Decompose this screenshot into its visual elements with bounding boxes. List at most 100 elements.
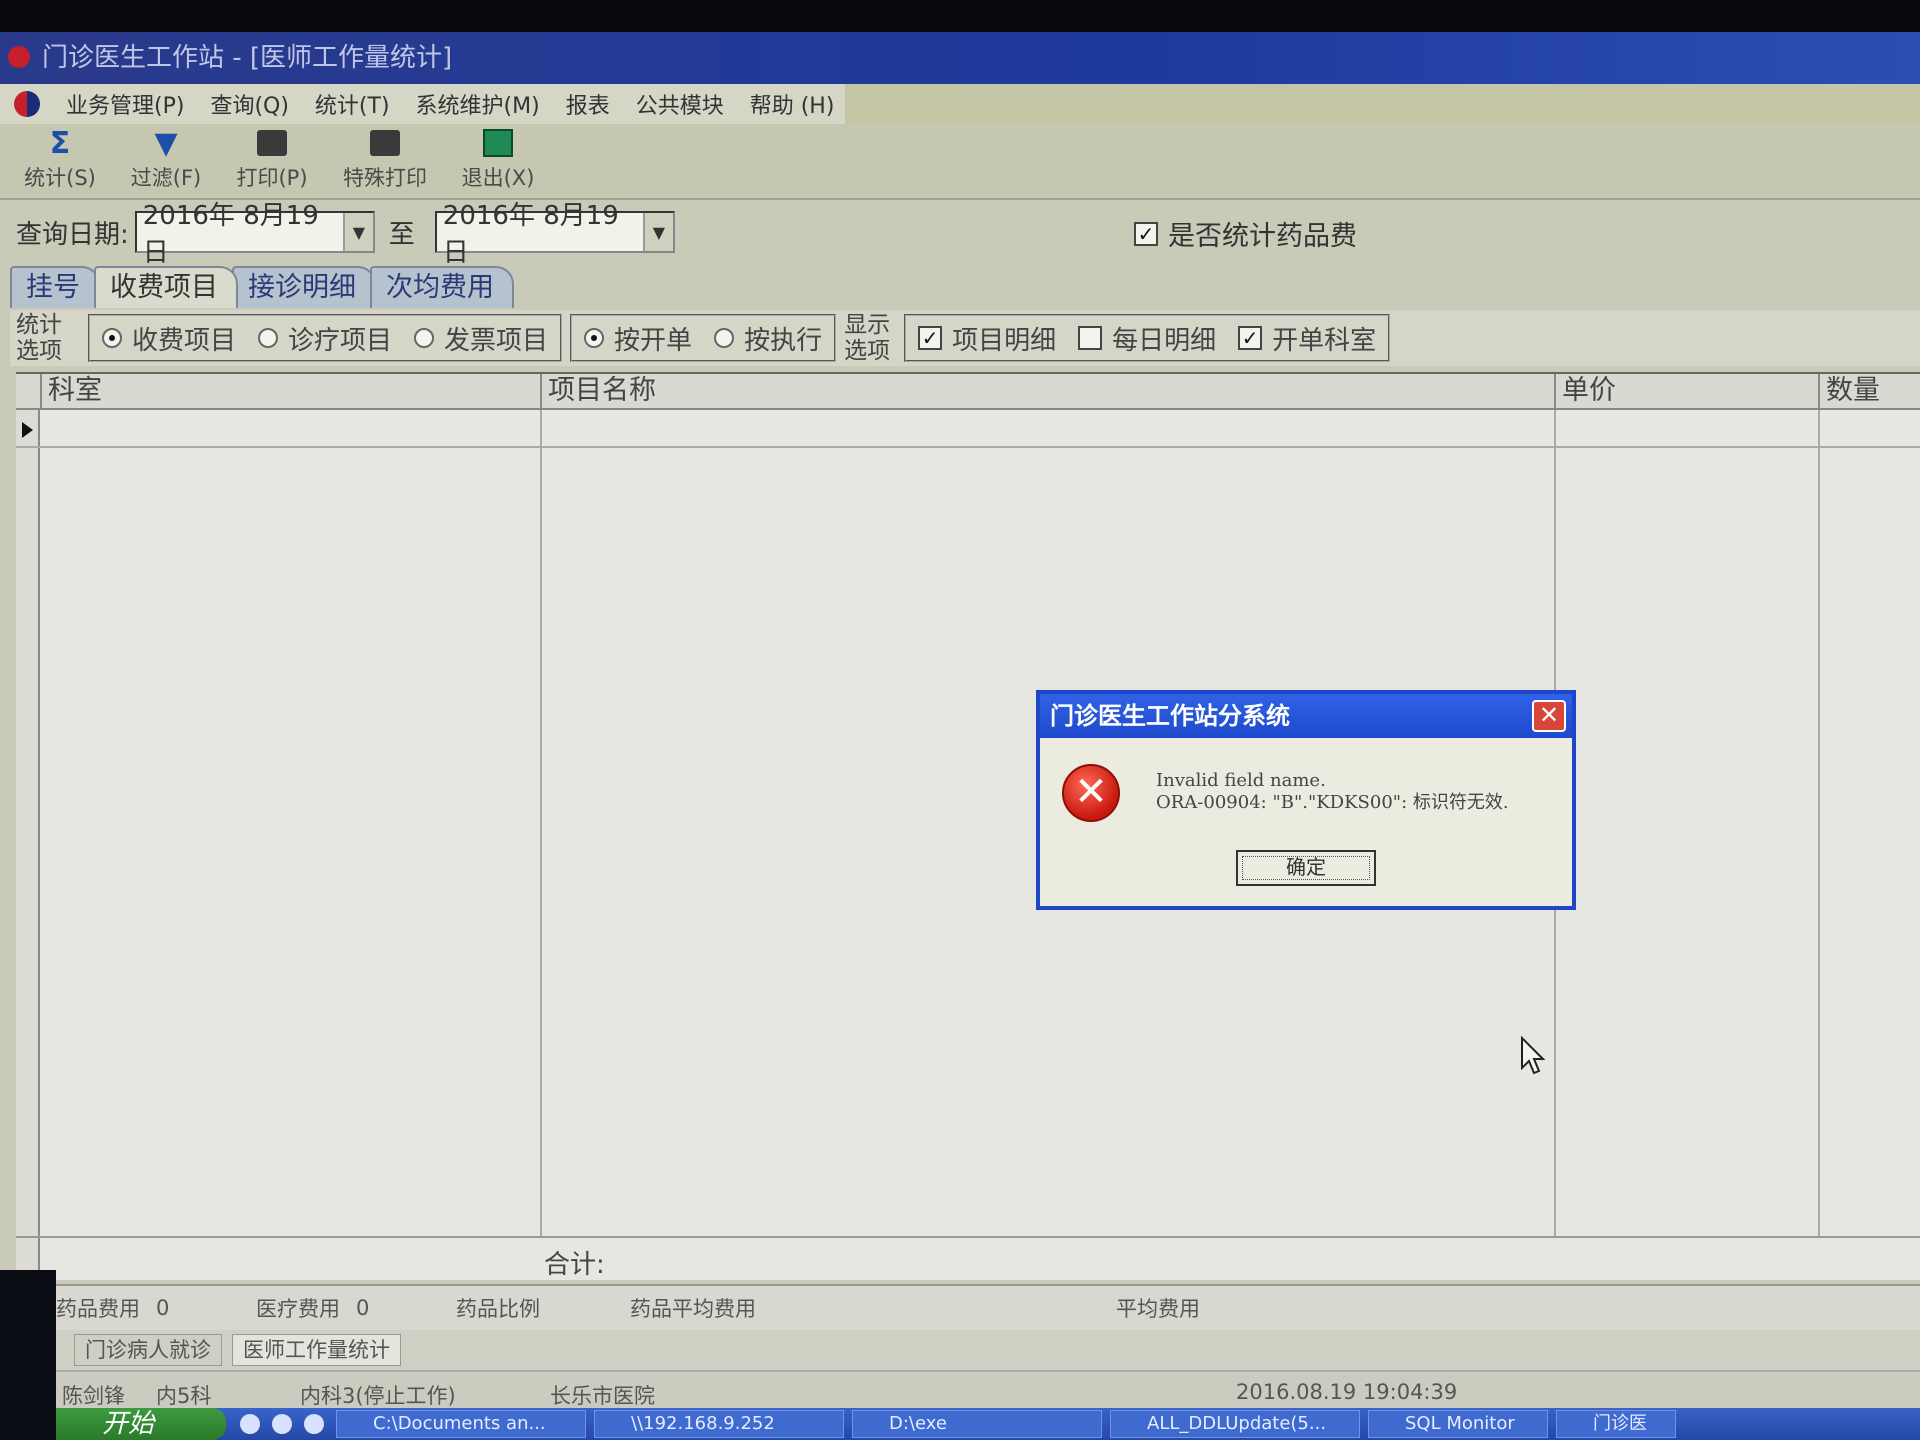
col-department[interactable]: 科室 [40, 374, 540, 410]
menu-system[interactable]: 系统维护(M) [416, 88, 540, 120]
menu-business[interactable]: 业务管理(P) [66, 88, 184, 120]
ok-button[interactable]: 确定 [1236, 850, 1376, 886]
tab-registration[interactable]: 挂号 [10, 266, 100, 308]
task-clinic-station[interactable]: 门诊医 [1556, 1410, 1676, 1438]
tab-average-cost[interactable]: 次均费用 [370, 266, 514, 308]
chevron-down-icon[interactable]: ▼ [643, 213, 673, 251]
print-button[interactable]: 打印(P) [226, 124, 318, 200]
radio-by-exec[interactable]: 按执行 [714, 320, 822, 357]
filter-label: 过滤(F) [130, 166, 202, 190]
app-icon [8, 46, 30, 68]
current-row-arrow-icon [22, 422, 33, 438]
media-icon[interactable] [272, 1414, 292, 1434]
menu-statistics[interactable]: 统计(T) [315, 88, 390, 120]
menu-bar: 业务管理(P) 查询(Q) 统计(T) 系统维护(M) 报表 公共模块 帮助 (… [0, 84, 845, 124]
task-documents[interactable]: C:\Documents an... [336, 1410, 586, 1438]
radio-treatment-items[interactable]: 诊疗项目 [258, 320, 392, 357]
dialog-message: Invalid field name. ORA-00904: "B"."KDKS… [1156, 770, 1509, 814]
toolbar: Σ 统计(S) ▼ 过滤(F) 打印(P) 特殊打印 退出(X) [0, 124, 1920, 200]
message-line-2: ORA-00904: "B"."KDKS00": 标识符无效. [1156, 792, 1509, 813]
from-date-value: 2016年 8月19日 [142, 201, 319, 268]
window-title: 门诊医生工作站 - [医师工作量统计] [42, 43, 453, 73]
sum-drug-fee: 药品费用 0 [56, 1296, 170, 1321]
chk-item-detail[interactable]: ✓ 项目明细 [918, 320, 1056, 357]
tab-visit-detail[interactable]: 接诊明细 [232, 266, 376, 308]
menu-query[interactable]: 查询(Q) [210, 88, 288, 120]
close-icon[interactable]: ✕ [1532, 700, 1566, 732]
display-options-group: ✓ 项目明细 每日明细 ✓ 开单科室 [904, 314, 1391, 362]
sum-drug-ratio: 药品比例 [456, 1297, 540, 1321]
col-item-name[interactable]: 项目名称 [540, 374, 1554, 410]
sigma-icon: Σ [49, 125, 71, 161]
options-row: 统计 选项 收费项目 诊疗项目 发票项目 按开单 按执行 显示 选项 ✓ 项目明细 每… [10, 310, 1920, 366]
checkbox-checked-icon[interactable]: ✓ [1134, 221, 1158, 246]
special-print-label: 特殊打印 [343, 166, 427, 190]
order-exec-group: 按开单 按执行 [570, 314, 837, 362]
drug-fee-checkbox[interactable]: ✓ 是否统计药品费 [1134, 214, 1357, 253]
task-sql-monitor[interactable]: SQL Monitor [1368, 1410, 1548, 1438]
app-logo-icon [14, 91, 40, 117]
radio-selected-icon [584, 328, 605, 348]
quick-launch [240, 1414, 336, 1434]
total-row: 合计: [16, 1236, 1920, 1280]
col-unit-price[interactable]: 单价 [1554, 374, 1818, 410]
grid-divider [1818, 410, 1820, 1238]
radio-invoice-items[interactable]: 发票项目 [414, 320, 548, 357]
title-bar: 门诊医生工作站 - [医师工作量统计] [0, 32, 1920, 84]
sum-medical-fee: 医疗费用 0 [256, 1296, 370, 1321]
monitor-bezel-top [0, 0, 1920, 32]
task-network-share[interactable]: \\192.168.9.252 [594, 1410, 844, 1438]
status-bar: 陈剑锋 内5科 内科3(停止工作) 长乐市医院 2016.08.19 19:04… [56, 1370, 1920, 1410]
row-indicator-column [16, 374, 40, 1282]
taskbar: 开始 C:\Documents an... \\192.168.9.252 D:… [56, 1408, 1920, 1440]
table-row[interactable] [16, 410, 1920, 448]
error-icon: ✕ [1062, 764, 1120, 822]
stats-label: 统计(S) [24, 166, 96, 190]
chk-ordering-dept[interactable]: ✓ 开单科室 [1238, 320, 1376, 357]
status-user: 陈剑锋 [62, 1384, 125, 1408]
to-label: 至 [388, 219, 415, 250]
tab-bar: 挂号 收费项目 接诊明细 次均费用 [10, 266, 514, 308]
menu-reports[interactable]: 报表 [566, 88, 610, 120]
display-options-label: 显示 选项 [844, 312, 891, 364]
task-ddl-update[interactable]: ALL_DDLUpdate(5... [1110, 1410, 1360, 1438]
radio-by-order[interactable]: 按开单 [584, 320, 692, 357]
print-label: 打印(P) [236, 166, 308, 190]
to-date-value: 2016年 8月19日 [442, 201, 619, 268]
monitor-bezel-left [0, 1270, 56, 1440]
menu-public[interactable]: 公共模块 [636, 88, 724, 120]
to-date-picker[interactable]: 2016年 8月19日 ▼ [434, 201, 675, 268]
start-button[interactable]: 开始 [56, 1408, 226, 1440]
wintab-doctor-workload[interactable]: 医师工作量统计 [232, 1334, 401, 1366]
sum-avg-fee: 平均费用 [1116, 1297, 1200, 1321]
from-date-picker[interactable]: 2016年 8月19日 ▼ [134, 201, 375, 268]
menu-help[interactable]: 帮助 (H) [750, 88, 835, 120]
task-exe-folder[interactable]: D:\exe [852, 1410, 1102, 1438]
summary-bar: 药品费用 0 医疗费用 0 药品比例 药品平均费用 平均费用 [56, 1284, 1920, 1330]
exit-button[interactable]: 退出(X) [452, 124, 544, 200]
desktop-icon[interactable] [304, 1414, 324, 1434]
radio-charge-items[interactable]: 收费项目 [102, 320, 236, 357]
date-label: 查询日期: [16, 219, 129, 250]
stats-button[interactable]: Σ 统计(S) [14, 124, 106, 200]
stat-options-label: 统计 选项 [16, 312, 62, 364]
message-line-1: Invalid field name. [1156, 770, 1326, 791]
filter-icon: ▼ [154, 125, 178, 161]
wintab-patient-visit[interactable]: 门诊病人就诊 [74, 1334, 222, 1366]
data-grid[interactable]: 科室 项目名称 单价 数量 合计: [16, 372, 1920, 1282]
chevron-down-icon[interactable]: ▼ [343, 213, 373, 251]
checkbox-checked-icon[interactable]: ✓ [1238, 326, 1263, 350]
browser-icon[interactable] [240, 1414, 260, 1434]
drug-fee-label: 是否统计药品费 [1168, 221, 1357, 252]
special-printer-icon [368, 128, 402, 158]
col-quantity[interactable]: 数量 [1818, 374, 1920, 410]
checkbox-checked-icon[interactable]: ✓ [918, 326, 943, 350]
checkbox-empty-icon[interactable] [1078, 326, 1103, 350]
filter-button[interactable]: ▼ 过滤(F) [120, 124, 212, 200]
item-type-group: 收费项目 诊疗项目 发票项目 [88, 314, 563, 362]
status-dept: 内5科 [156, 1384, 212, 1408]
dialog-title: 门诊医生工作站分系统 [1040, 694, 1572, 738]
tab-charge-items[interactable]: 收费项目 [94, 266, 238, 308]
chk-daily-detail[interactable]: 每日明细 [1078, 320, 1216, 357]
special-print-button[interactable]: 特殊打印 [332, 124, 438, 200]
